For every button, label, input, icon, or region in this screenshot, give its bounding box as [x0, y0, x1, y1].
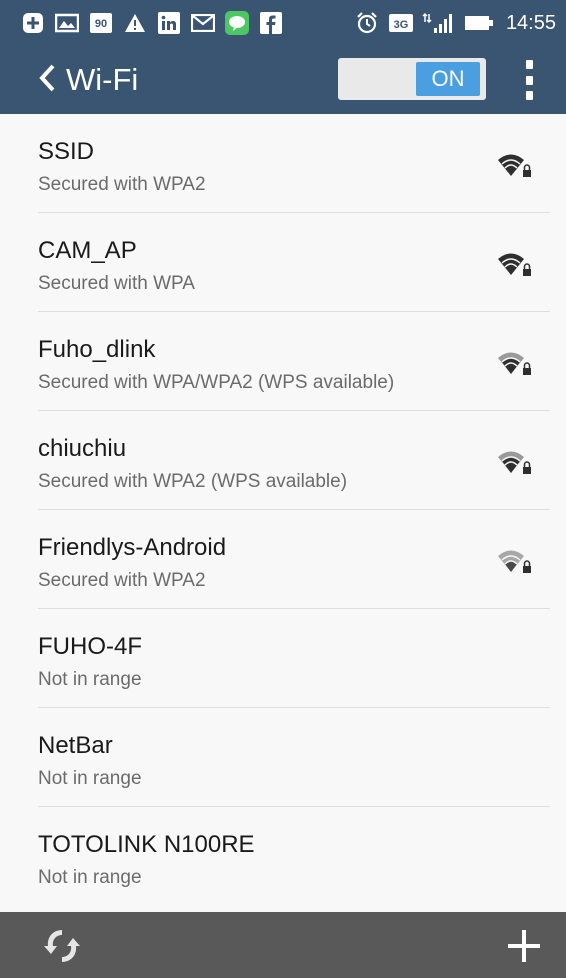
system-status-icons: 3G 14:55: [354, 11, 566, 35]
network-status: Secured with WPA2: [38, 570, 206, 591]
bottom-bar: [0, 912, 566, 978]
linkedin-icon: [156, 11, 182, 35]
back-button[interactable]: Wi-Fi: [0, 46, 138, 114]
wifi-lock-medium-icon: [498, 352, 531, 375]
network-item-chiuchiu[interactable]: chiuchiu Secured with WPA2 (WPS availabl…: [0, 411, 566, 510]
badge-90-icon: 90: [88, 11, 114, 35]
chevron-left-icon: [38, 64, 56, 97]
network-item-netbar[interactable]: NetBar Not in range: [0, 708, 566, 807]
network-list: SSID Secured with WPA2 CAM_AP Secured wi…: [0, 114, 566, 906]
network-item-cam-ap[interactable]: CAM_AP Secured with WPA: [0, 213, 566, 312]
plus-icon: [20, 11, 46, 35]
network-name: Friendlys-Android: [38, 534, 227, 561]
network-status: Not in range: [38, 669, 142, 690]
signal-icon: [422, 11, 456, 35]
wifi-lock-medium-icon: [498, 451, 531, 474]
network-item-ssid[interactable]: SSID Secured with WPA2: [0, 114, 566, 213]
wifi-lock-strong-icon: [498, 154, 531, 177]
network-name: NetBar: [38, 732, 113, 759]
network-name: chiuchiu: [38, 435, 127, 462]
page-title: Wi-Fi: [66, 62, 139, 97]
network-item-totolink[interactable]: TOTOLINK N100RE Not in range: [0, 807, 566, 906]
network-name: TOTOLINK N100RE: [38, 831, 255, 858]
badge-90-text: 90: [95, 18, 107, 30]
network-name: Fuho_dlink: [38, 336, 156, 363]
status-bar: 90 3G 14:55: [0, 0, 566, 46]
network-item-fuho-4f[interactable]: FUHO-4F Not in range: [0, 609, 566, 708]
network-item-fuho-dlink[interactable]: Fuho_dlink Secured with WPA/WPA2 (WPS av…: [0, 312, 566, 411]
wifi-toggle[interactable]: ON: [338, 58, 486, 100]
network-item-friendlys-android[interactable]: Friendlys-Android Secured with WPA2: [0, 510, 566, 609]
warning-icon: [122, 11, 148, 35]
photo-icon: [54, 11, 80, 35]
network-name: SSID: [38, 138, 95, 165]
overflow-menu-icon[interactable]: [514, 60, 544, 100]
wifi-lock-weak-icon: [498, 550, 531, 573]
toggle-on-label: ON: [416, 62, 480, 96]
alarm-icon: [354, 11, 380, 35]
clock: 14:55: [505, 11, 556, 34]
network-status: Not in range: [38, 768, 142, 789]
network-type-text: 3G: [394, 19, 409, 31]
network-status: Secured with WPA/WPA2 (WPS available): [38, 372, 395, 393]
line-icon: [224, 11, 250, 35]
gmail-icon: [190, 11, 216, 35]
battery-icon: [464, 11, 494, 35]
facebook-icon: [258, 11, 284, 35]
network-name: FUHO-4F: [38, 633, 142, 660]
wifi-lock-strong-icon: [498, 253, 531, 276]
network-status: Secured with WPA2: [38, 174, 206, 195]
network-name: CAM_AP: [38, 237, 137, 264]
network-status: Secured with WPA2 (WPS available): [38, 471, 348, 492]
network-status: Secured with WPA: [38, 273, 195, 294]
action-bar: Wi-Fi ON: [0, 46, 566, 114]
notification-icons: 90: [0, 11, 284, 35]
network-status: Not in range: [38, 867, 142, 888]
add-network-icon[interactable]: [502, 926, 546, 966]
3g-icon: 3G: [388, 11, 414, 35]
wps-icon[interactable]: [40, 924, 84, 968]
